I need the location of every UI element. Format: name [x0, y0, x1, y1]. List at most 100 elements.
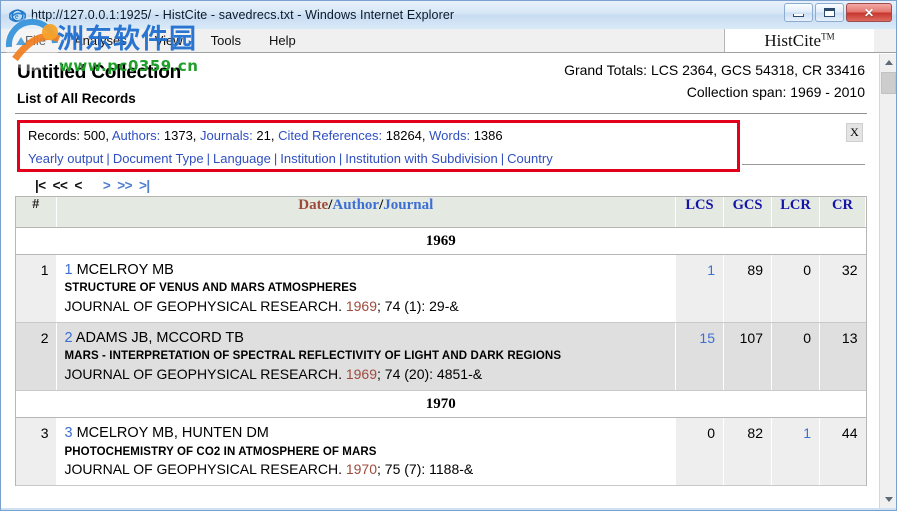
window-controls: ✕ — [784, 3, 892, 22]
journals-label[interactable]: Journals: — [200, 128, 253, 143]
link-yearly-output[interactable]: Yearly output — [28, 151, 103, 166]
record-cr: 44 — [819, 417, 866, 487]
row-number: 1 — [16, 254, 57, 323]
record-lcs: 0 — [675, 417, 724, 487]
internet-explorer-icon: e — [9, 7, 26, 24]
page-subtitle: List of All Records — [17, 91, 136, 106]
record-id-link[interactable]: 2 — [65, 330, 73, 346]
column-header-date-author-journal[interactable]: Date/Author/Journal — [56, 197, 676, 228]
record-year: 1970 — [345, 461, 378, 478]
record-lcs[interactable]: 1 — [675, 254, 724, 323]
menu-item-help[interactable]: Help — [255, 31, 310, 50]
record-authors: ADAMS JB, MCCORD TB — [72, 329, 244, 346]
record-lcs[interactable]: 15 — [675, 322, 724, 391]
scroll-up-button[interactable] — [880, 54, 896, 71]
trademark-symbol: TM — [821, 30, 835, 41]
collection-header: Untitled Collection List of All Records … — [15, 60, 867, 114]
table-row[interactable]: 22 ADAMS JB, MCCORD TB MARS - INTERPRETAT… — [16, 322, 866, 391]
title-bar: e http://127.0.0.1:1925/ - HistCite - sa… — [1, 1, 896, 29]
link-separator: | — [273, 151, 278, 166]
record-authors-line: 1 MCELROY MB — [65, 262, 670, 279]
row-number: 3 — [16, 417, 57, 487]
header-divider — [15, 113, 867, 114]
cited-references-value: 18264, — [382, 128, 430, 143]
scrollbar-thumb[interactable] — [881, 72, 896, 94]
record-journal-line: JOURNAL OF GEOPHYSICAL RESEARCH. 1970; 7… — [65, 461, 670, 478]
record-lcr-link[interactable]: 1 — [803, 425, 811, 441]
records-table: # Date/Author/Journal LCS GCS LCR CR 196… — [16, 197, 866, 487]
column-header-lcr[interactable]: LCR — [771, 197, 820, 228]
stats-divider — [742, 164, 865, 165]
sort-by-author[interactable]: Author — [332, 197, 379, 213]
record-cr: 32 — [819, 254, 866, 323]
records-label: Records: — [28, 128, 81, 143]
histcite-logo: HistCiteTM — [724, 29, 874, 52]
pager-last-button[interactable]: >| — [139, 178, 157, 193]
record-title: STRUCTURE OF VENUS AND MARS ATMOSPHERES — [64, 282, 357, 295]
scroll-down-button[interactable] — [880, 491, 896, 508]
record-lcs-link[interactable]: 15 — [699, 330, 715, 346]
menu-items: File Analyses View Tools Help — [1, 31, 310, 50]
record-gcs: 107 — [723, 322, 772, 391]
table-row[interactable]: 33 MCELROY MB, HUNTEN DM PHOTOCHEMISTRY O… — [16, 417, 866, 487]
table-row[interactable]: 11 MCELROY MB STRUCTURE OF VENUS AND MARS… — [16, 254, 866, 323]
journals-value: 21, — [252, 128, 279, 143]
column-header-gcs[interactable]: GCS — [723, 197, 772, 228]
chevron-up-icon — [884, 60, 893, 65]
authors-label[interactable]: Authors: — [112, 128, 160, 143]
pager-first-button[interactable]: |< — [35, 178, 53, 193]
pagination-controls: |< << < > >> >| — [35, 178, 867, 193]
record-journal-line: JOURNAL OF GEOPHYSICAL RESEARCH. 1969; 7… — [65, 298, 670, 315]
link-separator: | — [338, 151, 343, 166]
pager-next-button[interactable]: > — [103, 178, 117, 193]
menu-item-file[interactable]: File — [11, 31, 60, 50]
collection-header-left: Untitled Collection List of All Records — [17, 62, 181, 106]
vertical-scrollbar[interactable] — [879, 54, 896, 508]
close-button[interactable]: ✕ — [846, 3, 892, 22]
record-details: 3 MCELROY MB, HUNTEN DM PHOTOCHEMISTRY OF… — [56, 417, 676, 487]
records-table-container: # Date/Author/Journal LCS GCS LCR CR 196… — [15, 196, 867, 487]
pager-next-block-button[interactable]: >> — [117, 178, 139, 193]
record-authors: MCELROY MB — [72, 261, 174, 278]
menu-bar: File Analyses View Tools Help HistCiteTM — [1, 29, 896, 53]
record-details: 2 ADAMS JB, MCCORD TB MARS - INTERPRETATI… — [56, 322, 676, 391]
menu-item-analyses[interactable]: Analyses — [60, 31, 141, 50]
column-header-lcs[interactable]: LCS — [675, 197, 724, 228]
record-authors-line: 2 ADAMS JB, MCCORD TB — [65, 330, 670, 347]
close-stats-button[interactable]: X — [846, 123, 863, 142]
records-value: 500, — [80, 128, 112, 143]
link-separator: | — [106, 151, 110, 166]
record-lcr[interactable]: 1 — [771, 417, 820, 487]
link-language[interactable]: Language — [213, 151, 271, 166]
minimize-button[interactable] — [784, 3, 813, 22]
record-lcr: 0 — [771, 254, 820, 323]
record-id-link[interactable]: 1 — [65, 262, 73, 278]
column-header-cr[interactable]: CR — [819, 197, 866, 228]
record-lcs-link[interactable]: 1 — [707, 262, 715, 278]
sort-by-journal[interactable]: Journal — [383, 197, 433, 213]
minimize-icon — [793, 13, 804, 17]
link-separator: | — [206, 151, 211, 166]
menu-item-view[interactable]: View — [141, 31, 197, 50]
record-citation: ; 74 (1): 29-& — [377, 297, 459, 314]
record-id-link[interactable]: 3 — [65, 425, 73, 441]
maximize-button[interactable] — [815, 3, 844, 22]
pager-prev-button[interactable]: < — [74, 178, 88, 193]
table-header: # Date/Author/Journal LCS GCS LCR CR — [16, 197, 866, 228]
link-institution[interactable]: Institution — [280, 151, 336, 166]
record-journal-name: JOURNAL OF GEOPHYSICAL RESEARCH. — [64, 297, 346, 314]
record-citation: ; 75 (7): 1188-& — [377, 461, 474, 478]
pager-prev-block-button[interactable]: << — [53, 178, 75, 193]
page-title: Untitled Collection — [17, 62, 182, 83]
svg-text:e: e — [15, 12, 19, 21]
link-country[interactable]: Country — [507, 151, 553, 166]
link-institution-with-subdivision[interactable]: Institution with Subdivision — [345, 151, 497, 166]
cited-references-label[interactable]: Cited References: — [278, 128, 382, 143]
year-separator-row: 1970 — [16, 389, 866, 418]
words-label[interactable]: Words: — [429, 128, 470, 143]
link-document-type[interactable]: Document Type — [113, 151, 204, 166]
record-title: MARS - INTERPRETATION OF SPECTRAL REFLEC… — [64, 350, 562, 363]
sort-by-date[interactable]: Date — [298, 197, 328, 213]
menu-item-tools[interactable]: Tools — [197, 31, 255, 50]
stats-box: Records: 500, Authors: 1373, Journals: 2… — [17, 120, 740, 172]
